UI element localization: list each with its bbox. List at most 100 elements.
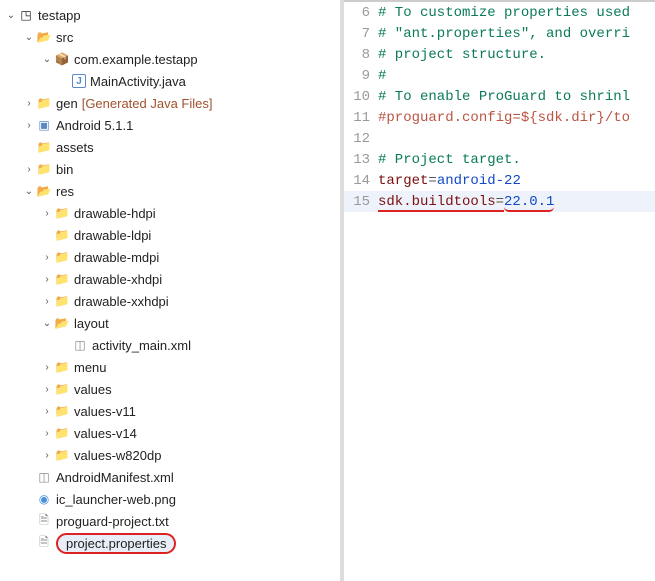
code-line: 8 # project structure. — [344, 44, 655, 65]
code-line-current: 15 sdk.buildtools=22.0.1 — [344, 191, 655, 212]
code-editor[interactable]: 6 # To customize properties used 7 # "an… — [344, 0, 655, 581]
folder-closed-icon: 📁 — [54, 381, 70, 397]
tree-label: Android 5.1.1 — [56, 118, 133, 133]
tree-item-bin[interactable]: › 📁 bin — [4, 158, 340, 180]
tree-item-values-w820dp[interactable]: › 📁 values-w820dp — [4, 444, 340, 466]
folder-closed-icon: 📁 — [36, 161, 52, 177]
tree-item-proguard-project[interactable]: 🗎 proguard-project.txt — [4, 510, 340, 532]
tree-item-drawable-xxhdpi[interactable]: › 📁 drawable-xxhdpi — [4, 290, 340, 312]
tree-label: testapp — [38, 8, 81, 23]
package-icon: 📦 — [54, 51, 70, 67]
android-library-icon: ▣ — [36, 117, 52, 133]
chevron-right-icon: › — [40, 406, 54, 417]
line-number: 10 — [344, 89, 378, 105]
tree-item-ic-launcher[interactable]: ◉ ic_launcher-web.png — [4, 488, 340, 510]
folder-closed-icon: 📁 — [36, 95, 52, 111]
line-number: 14 — [344, 173, 378, 189]
folder-closed-icon: 📁 — [36, 139, 52, 155]
tree-label: drawable-mdpi — [74, 250, 159, 265]
tree-item-main-activity[interactable]: J MainActivity.java — [4, 70, 340, 92]
code-comment: # To enable ProGuard to shrinl — [378, 89, 630, 105]
chevron-right-icon: › — [22, 120, 36, 131]
tree-item-gen[interactable]: › 📁 gen [Generated Java Files] — [4, 92, 340, 114]
tree-item-src[interactable]: ⌄ 📂 src — [4, 26, 340, 48]
code-comment: # "ant.properties", and overri — [378, 26, 630, 42]
code-comment: # — [378, 68, 386, 84]
folder-closed-icon: 📁 — [54, 425, 70, 441]
xml-file-icon: ◫ — [36, 469, 52, 485]
code-directive: #proguard.config=${sdk.dir}/to — [378, 110, 630, 126]
code-comment: # project structure. — [378, 47, 546, 63]
chevron-right-icon: › — [40, 450, 54, 461]
tree-item-android-manifest[interactable]: ◫ AndroidManifest.xml — [4, 466, 340, 488]
tree-label: drawable-ldpi — [74, 228, 151, 243]
tree-item-drawable-hdpi[interactable]: › 📁 drawable-hdpi — [4, 202, 340, 224]
chevron-right-icon: › — [40, 428, 54, 439]
tree-label: proguard-project.txt — [56, 514, 169, 529]
tree-item-menu[interactable]: › 📁 menu — [4, 356, 340, 378]
code-line: 14 target=android-22 — [344, 170, 655, 191]
line-number: 7 — [344, 26, 378, 42]
line-number: 15 — [344, 194, 378, 210]
line-number: 8 — [344, 47, 378, 63]
code-line: 13 # Project target. — [344, 149, 655, 170]
tree-label: values-v11 — [74, 404, 136, 419]
tree-label: com.example.testapp — [74, 52, 198, 67]
tree-item-android-lib[interactable]: › ▣ Android 5.1.1 — [4, 114, 340, 136]
line-number: 13 — [344, 152, 378, 168]
tree-label: src — [56, 30, 73, 45]
tree-label: menu — [74, 360, 107, 375]
tree-item-layout[interactable]: ⌄ 📂 layout — [4, 312, 340, 334]
chevron-right-icon: › — [40, 384, 54, 395]
tree-label: MainActivity.java — [90, 74, 186, 89]
tree-label: assets — [56, 140, 94, 155]
chevron-right-icon: › — [22, 98, 36, 109]
tree-item-activity-main[interactable]: ◫ activity_main.xml — [4, 334, 340, 356]
code-property: target=android-22 — [378, 173, 521, 189]
chevron-down-icon: ⌄ — [40, 54, 54, 65]
tree-item-values-v11[interactable]: › 📁 values-v11 — [4, 400, 340, 422]
tree-label: bin — [56, 162, 73, 177]
folder-closed-icon: 📁 — [54, 205, 70, 221]
horizontal-scrollbar[interactable] — [344, 0, 655, 2]
folder-closed-icon: 📁 — [54, 293, 70, 309]
tree-item-package[interactable]: ⌄ 📦 com.example.testapp — [4, 48, 340, 70]
code-line: 10 # To enable ProGuard to shrinl — [344, 86, 655, 107]
annotated-key: sdk.buildtools — [378, 194, 496, 212]
png-file-icon: ◉ — [36, 491, 52, 507]
line-number: 11 — [344, 110, 378, 126]
chevron-right-icon: › — [40, 296, 54, 307]
annotated-value: 22.0.1 — [504, 194, 554, 210]
code-line: 6 # To customize properties used — [344, 2, 655, 23]
tree-item-drawable-xhdpi[interactable]: › 📁 drawable-xhdpi — [4, 268, 340, 290]
xml-file-icon: ◫ — [72, 337, 88, 353]
tree-label: values — [74, 382, 112, 397]
project-icon: ◳ — [18, 7, 34, 23]
folder-closed-icon: 📁 — [54, 447, 70, 463]
text-file-icon: 🗎 — [36, 513, 52, 529]
chevron-right-icon: › — [22, 164, 36, 175]
tree-label: gen — [56, 96, 78, 111]
chevron-right-icon: › — [40, 274, 54, 285]
code-line: 7 # "ant.properties", and overri — [344, 23, 655, 44]
chevron-down-icon: ⌄ — [40, 318, 54, 329]
folder-closed-icon: 📁 — [54, 359, 70, 375]
code-line: 9 # — [344, 65, 655, 86]
code-comment: # To customize properties used — [378, 5, 630, 21]
chevron-right-icon: › — [40, 208, 54, 219]
tree-label: ic_launcher-web.png — [56, 492, 176, 507]
tree-item-res[interactable]: ⌄ 📂 res — [4, 180, 340, 202]
tree-item-values-v14[interactable]: › 📁 values-v14 — [4, 422, 340, 444]
tree-label: drawable-xxhdpi — [74, 294, 169, 309]
tree-item-assets[interactable]: 📁 assets — [4, 136, 340, 158]
tree-label: values-v14 — [74, 426, 137, 441]
code-comment: # Project target. — [378, 152, 521, 168]
tree-item-root[interactable]: ⌄ ◳ testapp — [4, 4, 340, 26]
folder-closed-icon: 📁 — [54, 227, 70, 243]
tree-item-values[interactable]: › 📁 values — [4, 378, 340, 400]
tree-label: drawable-xhdpi — [74, 272, 162, 287]
tree-item-drawable-ldpi[interactable]: 📁 drawable-ldpi — [4, 224, 340, 246]
code-property: sdk.buildtools=22.0.1 — [378, 194, 554, 210]
tree-item-drawable-mdpi[interactable]: › 📁 drawable-mdpi — [4, 246, 340, 268]
tree-item-project-properties[interactable]: 🗎 project.properties — [4, 532, 340, 554]
